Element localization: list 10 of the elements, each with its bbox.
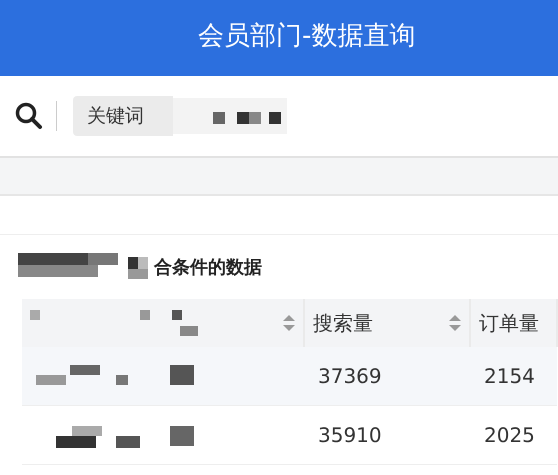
- table-cell: 2025: [470, 406, 557, 464]
- results-heading: 合条件的数据: [154, 256, 262, 279]
- sort-icon[interactable]: [283, 315, 295, 331]
- search-field[interactable]: 关键词: [73, 96, 173, 136]
- table-cell: 35910: [304, 406, 470, 464]
- table-cell: 37369: [304, 347, 470, 406]
- sort-icon[interactable]: [449, 315, 461, 331]
- page-title: 会员部门-数据直询: [197, 20, 416, 53]
- table-cell: 2154: [470, 347, 557, 406]
- search-icon[interactable]: [14, 101, 44, 131]
